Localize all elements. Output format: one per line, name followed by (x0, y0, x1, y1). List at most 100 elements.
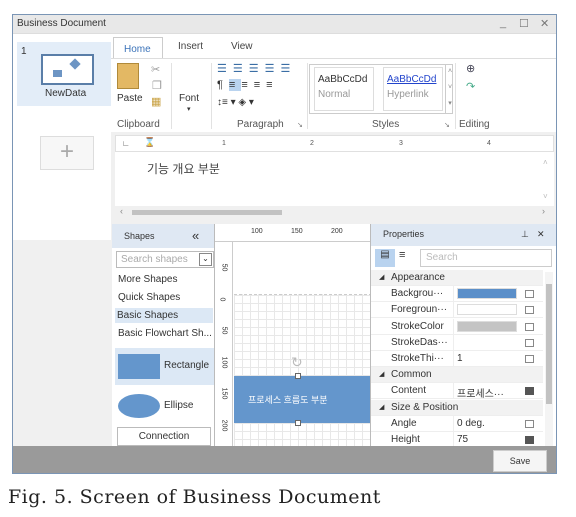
category-quick-shapes[interactable]: Quick Shapes (116, 290, 182, 305)
ruler-tick: 1 (222, 140, 226, 147)
font-dropdown-icon: ▾ (187, 106, 191, 113)
ribbon: Home Insert View Paste ✂ ❐ ▦ Clipboard F… (111, 34, 556, 132)
scroll-up-icon[interactable]: ˄ (543, 158, 548, 167)
style-hyperlink[interactable]: AaBbCcDd Hyperlink (383, 67, 443, 111)
property-checkbox[interactable] (525, 419, 534, 428)
category-basic-shapes[interactable]: Basic Shapes (115, 308, 213, 323)
copy-icon[interactable]: ❐ (152, 79, 162, 92)
close-icon[interactable]: ✕ (537, 229, 545, 240)
property-category[interactable]: ◢ Appearance (371, 270, 543, 286)
indent-marker-icon[interactable]: ⌛ (144, 137, 155, 148)
editing-label: Editing (459, 119, 490, 130)
properties-panel: Properties ⊥ ✕ ▤ ≡ Search ◢ Appearance Bac… (371, 224, 556, 448)
horizontal-ruler: ∟ ⌛ 1 2 3 4 (115, 135, 554, 152)
categorized-view-icon[interactable]: ▤ (375, 249, 395, 267)
category-more-shapes[interactable]: More Shapes (116, 272, 179, 287)
minimize-button[interactable]: _ (500, 17, 506, 29)
expand-icon[interactable]: ◢ (379, 273, 384, 281)
list-buttons[interactable]: ☰☰☰☰☰ (217, 62, 296, 75)
paragraph-label: Paragraph (237, 119, 284, 130)
styles-scroll[interactable]: ˄ ˅ ▾ (445, 64, 454, 114)
font-button[interactable]: Font (179, 93, 199, 104)
paste-button[interactable]: Paste (117, 93, 143, 104)
find-icon[interactable]: ⊕ (466, 62, 475, 75)
property-row[interactable]: Foregroun··· (371, 302, 543, 319)
property-checkbox[interactable] (525, 306, 534, 315)
save-button[interactable]: Save (493, 450, 547, 472)
diagram-thumbnail-icon (41, 54, 94, 85)
rectangle-icon (118, 354, 160, 379)
add-page-button[interactable]: + (40, 136, 94, 170)
search-shapes-input[interactable]: Search shapes ⌄ (116, 251, 214, 268)
expand-icon[interactable]: ◢ (379, 370, 384, 378)
chevron-down-icon[interactable]: ⌄ (199, 253, 212, 266)
align-buttons[interactable]: ¶≡≡≡≡ (217, 79, 279, 91)
properties-search-input[interactable]: Search (420, 249, 552, 267)
scrollbar-thumb[interactable] (132, 210, 282, 215)
property-checkbox[interactable] (525, 436, 534, 444)
shape-ellipse[interactable]: Ellipse (115, 387, 214, 424)
page-thumbnail-newdata[interactable]: 1 NewData (17, 42, 111, 106)
styles-launcher-icon[interactable]: ↘ (444, 121, 450, 129)
paste-icon (117, 63, 139, 89)
property-category[interactable]: ◢ Size & Position (371, 399, 543, 416)
spacing-shading-buttons[interactable]: ↕≡ ▾ ◈ ▾ (217, 97, 254, 108)
property-checkbox[interactable] (525, 338, 534, 347)
tab-insert[interactable]: Insert (178, 41, 203, 52)
styles-label: Styles (372, 119, 400, 130)
replace-icon[interactable]: ↷ (466, 80, 475, 93)
property-checkbox[interactable] (525, 290, 534, 299)
property-checkbox[interactable] (525, 355, 534, 363)
maximize-button[interactable]: ☐ (519, 17, 529, 30)
page-panel: 1 NewData + (13, 34, 111, 240)
property-row[interactable]: Angle 0 deg. (371, 415, 543, 432)
connection-button[interactable]: Connection (117, 427, 211, 446)
cut-icon[interactable]: ✂ (151, 63, 160, 76)
tab-stop-icon[interactable]: ∟ (122, 139, 130, 148)
properties-scrollbar[interactable] (545, 272, 553, 446)
business-document-window: Business Document _ ☐ ✕ 1 NewData + Home… (12, 14, 557, 474)
alphabetical-view-icon[interactable]: ≡ (399, 249, 405, 261)
scroll-down-icon[interactable]: ˅ (543, 192, 548, 201)
title-bar: Business Document _ ☐ ✕ (13, 15, 556, 34)
resize-handle[interactable] (295, 420, 301, 426)
property-row[interactable]: StrokeColor (371, 318, 543, 335)
shapes-panel: Shapes « Search shapes ⌄ More Shapes Qui… (112, 224, 214, 446)
property-checkbox[interactable] (525, 322, 534, 331)
clipboard-label: Clipboard (117, 119, 160, 130)
collapse-button[interactable]: « (192, 228, 199, 243)
tab-view[interactable]: View (231, 41, 253, 52)
paste-special-icon[interactable]: ▦ (151, 95, 161, 108)
ruler-tick: 3 (399, 140, 403, 147)
property-row[interactable]: StrokeThi··· 1 (371, 351, 543, 367)
document-text[interactable]: 기능 개요 부분 (147, 160, 220, 177)
color-swatch[interactable] (457, 288, 517, 300)
style-normal[interactable]: AaBbCcDd Normal (314, 67, 374, 111)
property-row[interactable]: StrokeDas··· (371, 334, 543, 351)
property-category[interactable]: ◢ Common (371, 367, 543, 384)
ribbon-groups: Paste ✂ ❐ ▦ Clipboard Font ▾ ☰☰☰☰☰ ¶≡≡≡≡… (111, 58, 556, 132)
pin-icon[interactable]: ⊥ (521, 229, 529, 240)
expand-icon[interactable]: ◢ (379, 403, 384, 411)
document-editor[interactable]: 기능 개요 부분 ˄ ˅ (115, 152, 554, 206)
color-swatch[interactable] (457, 304, 517, 316)
rotate-handle-icon[interactable]: ↻ (291, 354, 303, 371)
color-swatch[interactable] (457, 320, 517, 332)
close-button[interactable]: ✕ (540, 17, 549, 30)
horizontal-scrollbar[interactable]: ‹ › (115, 206, 554, 220)
property-checkbox[interactable] (525, 387, 534, 396)
diagram-canvas[interactable]: 100 150 200 50 0 50 100 150 200 ↻ 프로세스 흐… (214, 224, 371, 446)
figure-caption: Fig. 5. Screen of Business Document (8, 486, 381, 508)
canvas-vruler: 50 0 50 100 150 200 (215, 242, 233, 446)
properties-title: Properties (383, 229, 425, 239)
resize-handle[interactable] (295, 373, 301, 379)
category-basic-flowchart[interactable]: Basic Flowchart Sh... (116, 326, 216, 341)
ruler-tick: 2 (310, 140, 314, 147)
tab-home[interactable]: Home (113, 37, 163, 58)
property-row[interactable]: Content 프로세스··· (371, 383, 543, 400)
property-row[interactable]: Backgrou··· (371, 286, 543, 303)
paragraph-launcher-icon[interactable]: ↘ (297, 121, 303, 129)
window-title: Business Document (17, 18, 106, 29)
shape-rectangle[interactable]: Rectangle (115, 348, 214, 385)
process-shape[interactable]: 프로세스 흐름도 부분 (234, 376, 370, 423)
